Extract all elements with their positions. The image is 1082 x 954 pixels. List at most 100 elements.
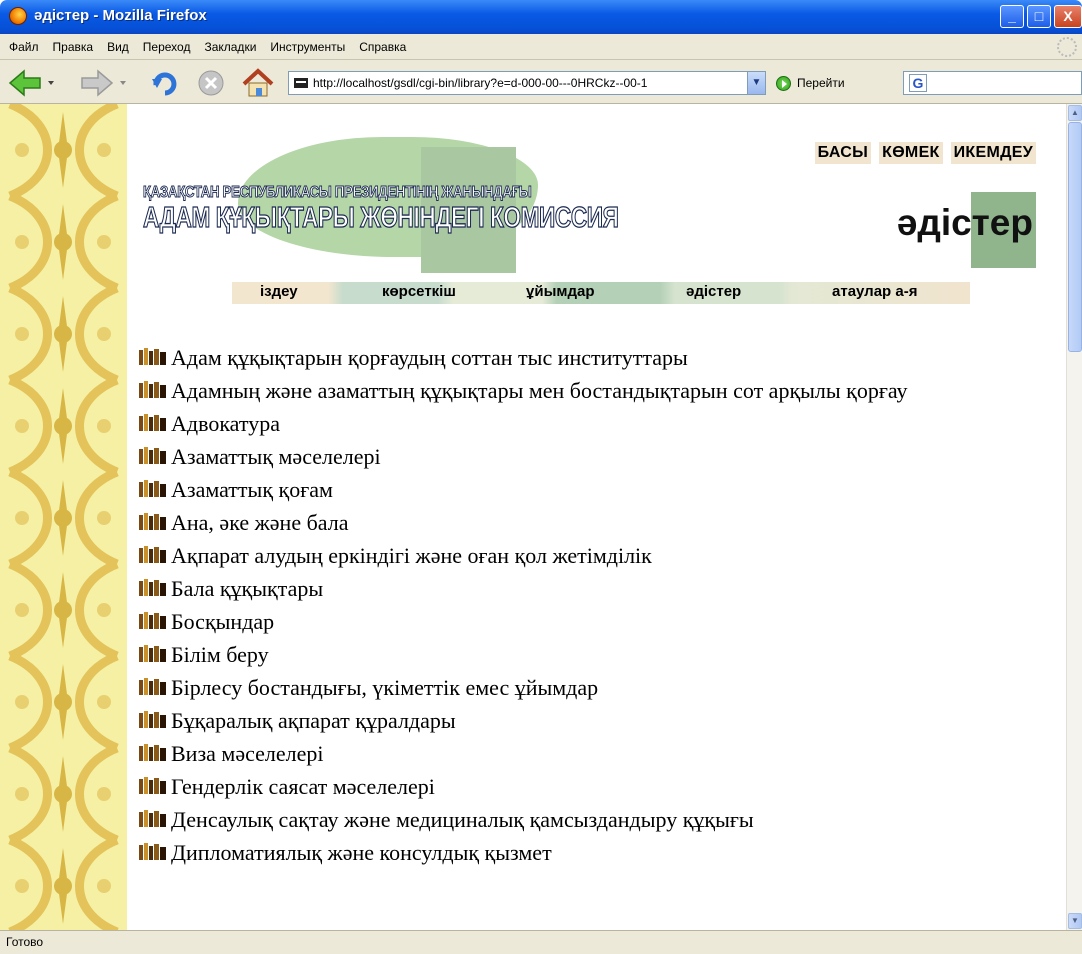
go-button[interactable]: Перейти bbox=[776, 71, 845, 95]
list-item[interactable]: Денсаулық сақтау және медициналық қамсыз… bbox=[138, 803, 998, 836]
preferences-link[interactable]: ИКЕМДЕУ bbox=[950, 142, 1036, 164]
tab-search[interactable]: іздеу bbox=[260, 283, 298, 300]
tab-organizations[interactable]: ұйымдар bbox=[526, 283, 595, 300]
status-bar: Готово bbox=[0, 930, 1082, 954]
vertical-scrollbar[interactable]: ▲ ▼ bbox=[1066, 104, 1082, 930]
help-link[interactable]: КӨМЕК bbox=[879, 142, 943, 164]
list-item-link[interactable]: Бірлесу бостандығы, үкіметтік емес ұйымд… bbox=[171, 675, 598, 700]
google-icon[interactable]: G bbox=[909, 74, 927, 92]
list-item[interactable]: Босқындар bbox=[138, 605, 998, 638]
list-item[interactable]: Адам құқықтарын қорғаудың соттан тыс инс… bbox=[138, 341, 998, 374]
reload-icon[interactable] bbox=[148, 67, 182, 99]
site-logo[interactable]: ҚАЗАҚСТАН РЕСПУБЛИКАСЫ ПРЕЗИДЕНТІНІҢ ЖАН… bbox=[142, 132, 623, 273]
status-text: Готово bbox=[6, 935, 44, 949]
page-title: әдістер bbox=[896, 202, 1033, 243]
bookshelf-icon bbox=[139, 381, 166, 398]
forward-button[interactable] bbox=[78, 67, 130, 99]
page-heading: әдістер bbox=[836, 192, 1036, 272]
site-icon bbox=[294, 78, 308, 88]
address-bar[interactable]: http://localhost/gsdl/cgi-bin/library?e=… bbox=[288, 71, 766, 95]
list-item-link[interactable]: Білім беру bbox=[171, 642, 269, 667]
tab-titles-az[interactable]: атаулар а-я bbox=[832, 283, 917, 300]
list-item[interactable]: Білім беру bbox=[138, 638, 998, 671]
list-item-link[interactable]: Адвокатура bbox=[171, 411, 280, 436]
scroll-down-icon[interactable]: ▼ bbox=[1068, 913, 1082, 929]
go-label: Перейти bbox=[797, 76, 845, 90]
bookshelf-icon bbox=[139, 744, 166, 761]
home-link[interactable]: БАСЫ bbox=[814, 142, 872, 164]
list-item-link[interactable]: Ана, әке және бала bbox=[171, 510, 349, 535]
menu-file[interactable]: Файл bbox=[2, 34, 46, 60]
bookshelf-icon bbox=[139, 414, 166, 431]
list-item[interactable]: Бұқаралық ақпарат құралдары bbox=[138, 704, 998, 737]
list-item[interactable]: Адамның және азаматтың құқықтары мен бос… bbox=[138, 374, 998, 407]
methods-list: Адам құқықтарын қорғаудың соттан тыс инс… bbox=[138, 341, 998, 869]
menu-go[interactable]: Переход bbox=[136, 34, 198, 60]
firefox-icon bbox=[9, 7, 27, 25]
scroll-up-icon[interactable]: ▲ bbox=[1068, 105, 1082, 121]
list-item-link[interactable]: Босқындар bbox=[171, 609, 274, 634]
list-item-link[interactable]: Бала құқықтары bbox=[171, 576, 323, 601]
tab-index[interactable]: көрсеткіш bbox=[382, 283, 456, 300]
menu-bookmarks[interactable]: Закладки bbox=[197, 34, 263, 60]
scroll-thumb[interactable] bbox=[1068, 122, 1082, 352]
stop-icon[interactable] bbox=[195, 67, 227, 99]
list-item[interactable]: Ақпарат алудың еркіндігі және оған қол ж… bbox=[138, 539, 998, 572]
bookshelf-icon bbox=[139, 843, 166, 860]
bookshelf-icon bbox=[139, 480, 166, 497]
bookshelf-icon bbox=[139, 645, 166, 662]
list-item-link[interactable]: Ақпарат алудың еркіндігі және оған қол ж… bbox=[171, 543, 652, 568]
list-item-link[interactable]: Виза мәселелері bbox=[171, 741, 324, 766]
home-icon[interactable] bbox=[240, 67, 276, 99]
window-title: әдістер - Mozilla Firefox bbox=[34, 7, 207, 24]
list-item-link[interactable]: Азаматтық қоғам bbox=[171, 477, 333, 502]
list-item-link[interactable]: Бұқаралық ақпарат құралдары bbox=[171, 708, 456, 733]
menu-tools[interactable]: Инструменты bbox=[263, 34, 352, 60]
list-item-link[interactable]: Адамның және азаматтың құқықтары мен бос… bbox=[171, 378, 908, 403]
bookshelf-icon bbox=[139, 810, 166, 827]
bookshelf-icon bbox=[139, 513, 166, 530]
ornament-border bbox=[0, 104, 127, 930]
bookshelf-icon bbox=[139, 579, 166, 596]
minimize-button[interactable]: _ bbox=[1000, 5, 1024, 28]
throbber-icon bbox=[1057, 37, 1077, 57]
list-item-link[interactable]: Гендерлік саясат мәселелері bbox=[171, 774, 435, 799]
list-item[interactable]: Азаматтық қоғам bbox=[138, 473, 998, 506]
menu-view[interactable]: Вид bbox=[100, 34, 136, 60]
list-item[interactable]: Бірлесу бостандығы, үкіметтік емес ұйымд… bbox=[138, 671, 998, 704]
forward-arrow-icon bbox=[81, 69, 114, 97]
list-item[interactable]: Дипломатиялық және консулдық қызмет bbox=[138, 836, 998, 869]
list-item[interactable]: Азаматтық мәселелері bbox=[138, 440, 998, 473]
navigation-toolbar: http://localhost/gsdl/cgi-bin/library?e=… bbox=[0, 60, 1082, 104]
menu-edit[interactable]: Правка bbox=[46, 34, 101, 60]
list-item[interactable]: Виза мәселелері bbox=[138, 737, 998, 770]
logo-line-1: ҚАЗАҚСТАН РЕСПУБЛИКАСЫ ПРЕЗИДЕНТІНІҢ ЖАН… bbox=[143, 184, 533, 202]
tab-methods[interactable]: әдістер bbox=[686, 283, 741, 300]
collection-tabs: іздеу көрсеткіш ұйымдар әдістер атаулар … bbox=[232, 282, 970, 304]
menu-help[interactable]: Справка bbox=[352, 34, 413, 60]
go-icon bbox=[776, 75, 791, 91]
bookshelf-icon bbox=[139, 447, 166, 464]
back-arrow-icon bbox=[8, 69, 41, 97]
list-item[interactable]: Адвокатура bbox=[138, 407, 998, 440]
address-url[interactable]: http://localhost/gsdl/cgi-bin/library?e=… bbox=[313, 76, 743, 90]
list-item[interactable]: Гендерлік саясат мәселелері bbox=[138, 770, 998, 803]
top-links: БАСЫ КӨМЕК ИКЕМДЕУ bbox=[814, 142, 1036, 164]
google-search-box[interactable]: G bbox=[903, 71, 1082, 95]
close-button[interactable]: X bbox=[1054, 5, 1082, 28]
list-item-link[interactable]: Денсаулық сақтау және медициналық қамсыз… bbox=[171, 807, 754, 832]
list-item-link[interactable]: Дипломатиялық және консулдық қызмет bbox=[171, 840, 552, 865]
window-title-bar[interactable]: әдістер - Mozilla Firefox _ □ X bbox=[0, 0, 1082, 34]
logo-line-2: АДАМ ҚҰҚЫҚТАРЫ ЖӨНІНДЕГІ КОМИССИЯ bbox=[142, 201, 619, 234]
bookshelf-icon bbox=[139, 711, 166, 728]
list-item[interactable]: Бала құқықтары bbox=[138, 572, 998, 605]
page-content: БАСЫ КӨМЕК ИКЕМДЕУ ҚАЗАҚСТАН РЕСПУБЛИКАС… bbox=[0, 104, 1066, 930]
menu-bar: Файл Правка Вид Переход Закладки Инструменты С… bbox=[0, 34, 1082, 60]
address-dropdown-icon[interactable]: ▼ bbox=[747, 72, 765, 94]
back-button[interactable] bbox=[6, 67, 58, 99]
list-item[interactable]: Ана, әке және бала bbox=[138, 506, 998, 539]
list-item-link[interactable]: Азаматтық мәселелері bbox=[171, 444, 381, 469]
bookshelf-icon bbox=[139, 546, 166, 563]
maximize-button[interactable]: □ bbox=[1027, 5, 1051, 28]
list-item-link[interactable]: Адам құқықтарын қорғаудың соттан тыс инс… bbox=[171, 345, 688, 370]
